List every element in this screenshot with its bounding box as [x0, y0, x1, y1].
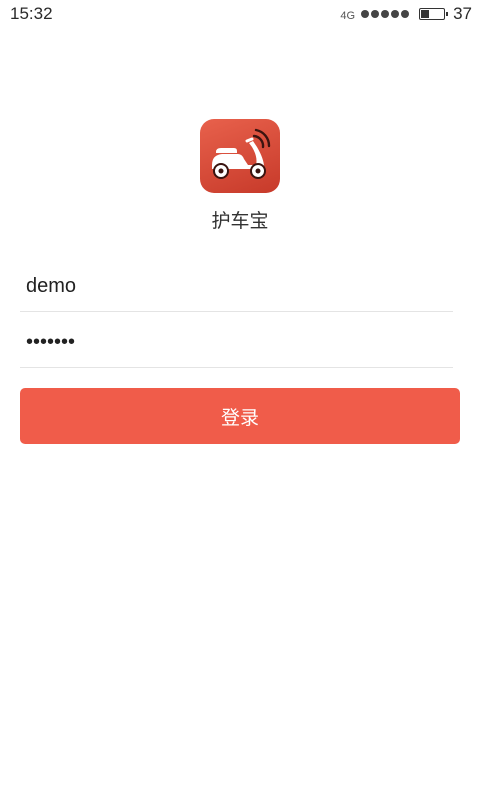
battery-level: 37 [453, 4, 472, 23]
signal-dot [391, 10, 400, 18]
network-type: 4G [340, 9, 356, 22]
password-input[interactable] [20, 318, 453, 367]
signal-strength-icon [361, 10, 410, 18]
app-name: 护车宝 [211, 210, 269, 232]
scooter-icon [212, 128, 271, 179]
status-bar: 15:32 4G 37 [0, 0, 480, 30]
battery-fill [421, 10, 429, 18]
username-input[interactable] [20, 262, 453, 311]
app-logo-icon [200, 119, 280, 193]
login-screen: 15:32 4G 37 护车宝 demo 登录 [0, 0, 480, 800]
battery-icon [419, 8, 449, 20]
password-field [20, 318, 453, 368]
status-time: 15:32 [10, 4, 53, 23]
status-indicators: 4G 37 [340, 4, 472, 24]
signal-dot [381, 10, 390, 18]
username-field [20, 262, 453, 312]
signal-dot [371, 10, 380, 18]
signal-dot [361, 10, 370, 18]
signal-dot [401, 10, 410, 18]
login-button[interactable]: 登录 [20, 388, 460, 444]
